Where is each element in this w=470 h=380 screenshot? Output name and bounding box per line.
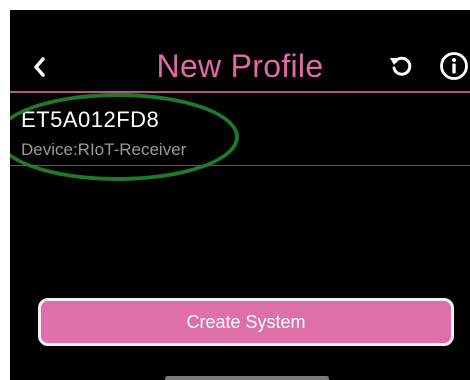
refresh-button[interactable]	[388, 54, 414, 82]
refresh-icon	[389, 54, 413, 83]
list-divider	[10, 165, 470, 166]
app-screen: New Profile ET5A012FD8 Device:RIoT-Recei	[10, 10, 470, 380]
home-indicator[interactable]	[165, 376, 329, 380]
info-button[interactable]	[438, 51, 470, 86]
device-type-label: Device:RIoT-Receiver	[21, 140, 187, 159]
app-header: New Profile	[10, 10, 470, 92]
device-list-item[interactable]: ET5A012FD8 Device:RIoT-Receiver	[10, 93, 470, 165]
device-id: ET5A012FD8	[21, 107, 160, 132]
create-system-button[interactable]: Create System	[38, 298, 454, 346]
info-icon	[439, 51, 469, 86]
